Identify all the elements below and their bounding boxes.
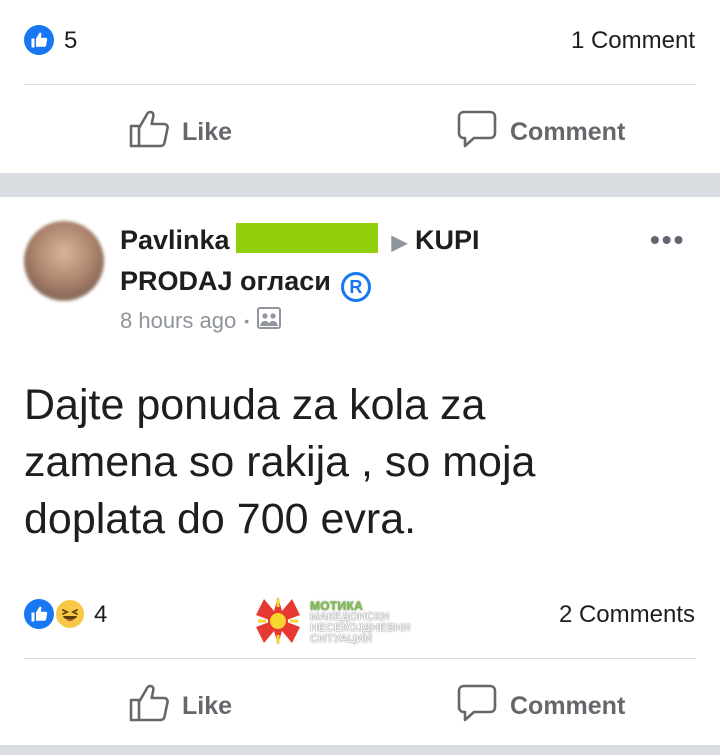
meta-separator: • [244, 313, 250, 329]
post2-like-button[interactable]: Like [128, 682, 232, 731]
post2-reaction-count[interactable]: 4 [94, 601, 107, 629]
post1-divider [24, 84, 696, 85]
comment-bubble-icon [456, 108, 498, 157]
post2-comments-count[interactable]: 2 Comments [559, 601, 695, 629]
comment-bubble-icon [456, 682, 498, 731]
post2-comment-button[interactable]: Comment [456, 682, 625, 731]
avatar[interactable] [24, 221, 104, 301]
post-meta: 8 hours ago • [120, 307, 282, 335]
post1-comment-label: Comment [510, 118, 626, 146]
post1-comments-count[interactable]: 1 Comment [571, 27, 695, 55]
post-text-line: zamena so rakija , so moja [24, 438, 536, 486]
post2-comment-label: Comment [510, 692, 626, 720]
watermark-line: НЕСЕКОЈДНЕВНИ [310, 621, 411, 634]
watermark-text: МОТИКА МАКЕДОНСКИ НЕСЕКОЈДНЕВНИ СИТУАЦИИ [310, 598, 411, 645]
audience-icon [257, 307, 282, 335]
author-name[interactable]: Pavlinka [120, 225, 230, 255]
group-name-line2[interactable]: PRODAJ огласи [120, 266, 331, 296]
post1-reactions-bar: 5 1 Comment [0, 0, 720, 84]
post-text-line: doplata do 700 evra. [24, 495, 417, 543]
share-arrow-icon: ▶ [391, 232, 407, 254]
thumbs-up-icon [128, 108, 170, 157]
watermark-brand: МОТИКА [310, 598, 364, 613]
group-name-line1[interactable]: KUPI [415, 225, 480, 255]
like-reaction-icon[interactable] [24, 599, 54, 629]
thumbs-up-icon [128, 682, 170, 731]
watermark: МОТИКА МАКЕДОНСКИ НЕСЕКОЈДНЕВНИ СИТУАЦИИ [252, 595, 411, 650]
post1-comment-button[interactable]: Comment [456, 108, 625, 157]
watermark-line: МАКЕДОНСКИ [310, 610, 390, 623]
registered-icon: R [340, 272, 371, 302]
post1-like-button[interactable]: Like [128, 108, 232, 157]
post-time[interactable]: 8 hours ago [120, 308, 236, 334]
post2-divider [24, 658, 696, 659]
like-reaction-icon[interactable] [24, 25, 54, 55]
post1-like-count[interactable]: 5 [64, 27, 77, 55]
haha-reaction-icon[interactable] [54, 598, 86, 630]
feed-separator [0, 745, 720, 755]
more-options-icon[interactable]: ••• [650, 224, 685, 256]
redacted-surname [235, 223, 378, 253]
feed-separator [0, 173, 720, 197]
post1-like-label: Like [182, 118, 233, 146]
post2-like-label: Like [182, 692, 233, 720]
macedonia-flag-icon [252, 595, 304, 650]
watermark-line: СИТУАЦИИ [310, 632, 373, 645]
post-text-line: Dajte ponuda za kola za [24, 381, 486, 429]
post-body: Dajte ponuda za kola za zamena so rakija… [24, 377, 704, 548]
post-header-title: Pavlinka ▶ KUPI PRODAJ огласи R [120, 221, 590, 302]
